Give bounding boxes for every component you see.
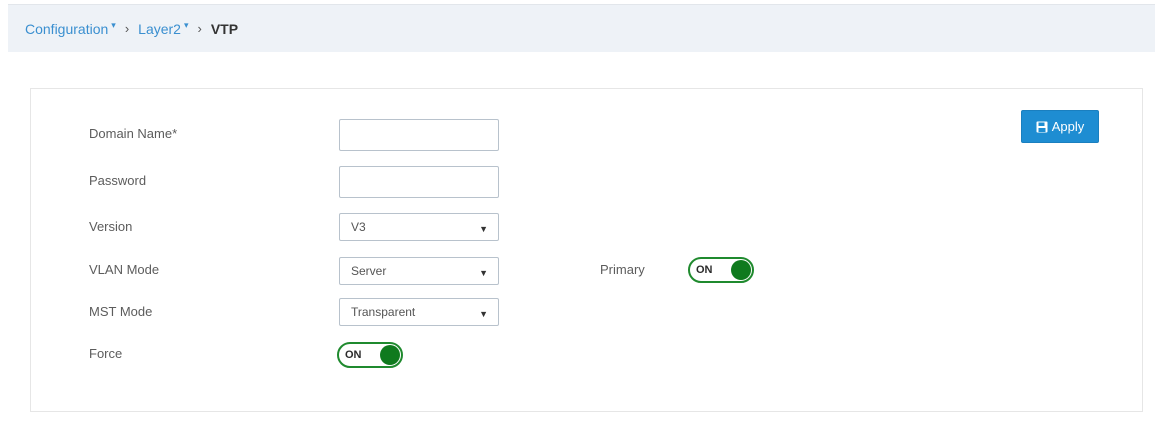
password-input[interactable] [339, 166, 499, 198]
force-toggle[interactable]: ON [337, 342, 403, 368]
breadcrumb-layer2[interactable]: Layer2 [138, 21, 181, 37]
domain-name-label: Domain Name* [89, 126, 178, 141]
version-select-value: V3 [351, 220, 366, 234]
apply-button-label: Apply [1051, 119, 1085, 134]
toggle-knob [731, 260, 751, 280]
caret-down-icon: ▼ [479, 308, 488, 319]
breadcrumb-separator-icon: › [124, 21, 130, 36]
primary-label: Primary [600, 262, 645, 277]
chevron-down-icon[interactable]: ▾ [111, 20, 116, 31]
vlan-mode-select[interactable]: Server ▼ [339, 257, 499, 285]
chevron-down-icon[interactable]: ▾ [184, 20, 189, 31]
toggle-knob [380, 345, 400, 365]
mst-mode-select[interactable]: Transparent ▼ [339, 298, 499, 326]
version-select[interactable]: V3 ▼ [339, 213, 499, 241]
vlan-mode-select-value: Server [351, 264, 387, 278]
breadcrumb-configuration[interactable]: Configuration [25, 21, 108, 37]
vtp-settings-panel: Domain Name* Password Version V3 ▼ VLAN … [30, 88, 1143, 412]
caret-down-icon: ▼ [479, 223, 488, 234]
breadcrumb: Configuration ▾ › Layer2 ▾ › VTP [8, 4, 1155, 52]
save-icon [1036, 121, 1048, 132]
primary-toggle-state: ON [696, 264, 713, 276]
breadcrumb-current-page: VTP [210, 20, 239, 37]
caret-down-icon: ▼ [479, 267, 488, 278]
version-label: Version [89, 219, 133, 234]
mst-mode-select-value: Transparent [351, 305, 416, 319]
domain-name-input[interactable] [339, 119, 499, 151]
apply-button[interactable]: Apply [1021, 110, 1099, 143]
force-label: Force [89, 346, 123, 361]
breadcrumb-separator-icon: › [197, 21, 202, 36]
mst-mode-label: MST Mode [89, 304, 153, 319]
password-label: Password [89, 173, 147, 188]
primary-toggle[interactable]: ON [688, 257, 754, 283]
force-toggle-state: ON [345, 349, 362, 361]
vlan-mode-label: VLAN Mode [89, 262, 160, 277]
